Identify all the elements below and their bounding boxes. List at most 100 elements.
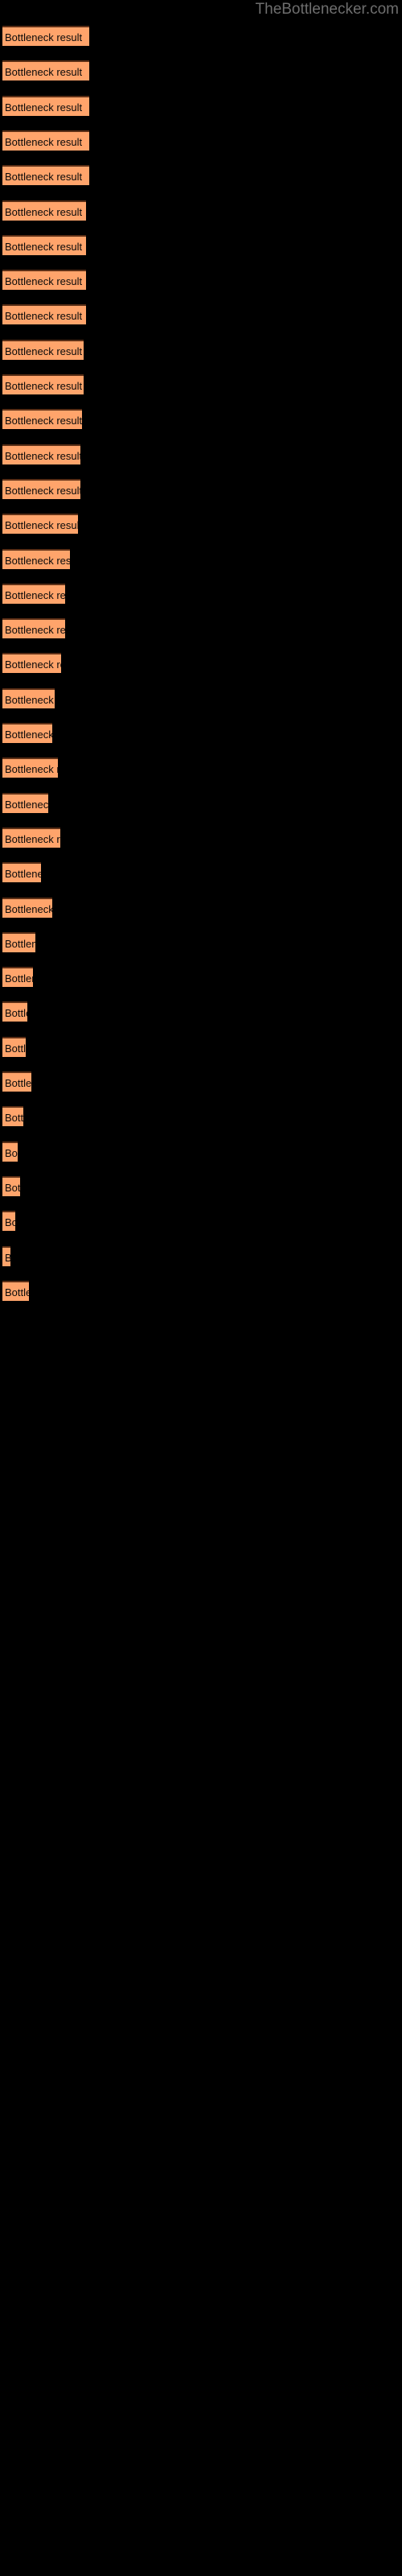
bar[interactable]: Bottleneck result: [2, 967, 33, 988]
bar-label: Bottleneck result: [5, 1146, 18, 1159]
bar-row: Bottleneck result: [0, 478, 402, 499]
bar-row: Bottleneck result: [0, 60, 402, 81]
bar[interactable]: Bottleneck result: [2, 1211, 15, 1232]
bar-label: Bottleneck result: [5, 1007, 27, 1020]
bar-row: Bottleneck result: [0, 758, 402, 778]
bar[interactable]: Bottleneck result: [2, 1280, 29, 1301]
bar[interactable]: Bottleneck result: [2, 792, 48, 813]
bar-label: Bottleneck result: [5, 972, 33, 985]
bar[interactable]: Bottleneck result: [2, 165, 89, 186]
bar-label: Bottleneck result: [5, 345, 83, 357]
bar-label: Bottleneck result: [5, 588, 65, 601]
bar-label: Bottleneck result: [5, 1251, 10, 1265]
bar-label: Bottleneck result: [5, 1042, 26, 1055]
bar-row: Bottleneck result: [0, 653, 402, 674]
bar-row: Bottleneck result: [0, 897, 402, 918]
bar-row: Bottleneck result: [0, 1141, 402, 1162]
bar-row: Bottleneck result: [0, 200, 402, 221]
bar-row: Bottleneck result: [0, 827, 402, 848]
bar[interactable]: Bottleneck result: [2, 687, 55, 708]
bar-row: Bottleneck result: [0, 514, 402, 535]
bar[interactable]: Bottleneck result: [2, 95, 89, 116]
bar-row: Bottleneck result: [0, 1071, 402, 1092]
bar-row: Bottleneck result: [0, 1036, 402, 1057]
bar[interactable]: Bottleneck result: [2, 827, 60, 848]
bar-label: Bottleneck result: [5, 101, 83, 114]
bar-label: Bottleneck result: [5, 310, 83, 323]
bar-label: Bottleneck result: [5, 1181, 20, 1194]
bar-label: Bottleneck result: [5, 832, 60, 845]
bar[interactable]: Bottleneck result: [2, 1141, 18, 1162]
bar[interactable]: Bottleneck result: [2, 339, 84, 360]
bar-label: Bottleneck result: [5, 66, 83, 79]
bar-label: Bottleneck result: [5, 693, 55, 706]
bar-label: Bottleneck result: [5, 380, 83, 392]
bar-row: Bottleneck result: [0, 548, 402, 569]
bar-chart-bars-layer: Bottleneck result Bottleneck result Bottle…: [0, 0, 402, 2576]
bar[interactable]: Bottleneck result: [2, 653, 61, 674]
bar-label: Bottleneck result: [5, 763, 58, 776]
bar-label: Bottleneck result: [5, 240, 83, 253]
bar-row: Bottleneck result: [0, 1106, 402, 1127]
bar-label: Bottleneck result: [5, 205, 83, 218]
bar-row: Bottleneck result: [0, 444, 402, 464]
bar[interactable]: Bottleneck result: [2, 1001, 27, 1022]
bar[interactable]: Bottleneck result: [2, 409, 82, 430]
bar-label: Bottleneck result: [5, 1112, 23, 1125]
bar[interactable]: Bottleneck result: [2, 270, 86, 291]
bar[interactable]: Bottleneck result: [2, 1175, 20, 1196]
bar-row: Bottleneck result: [0, 234, 402, 255]
bar-label: Bottleneck result: [5, 415, 82, 427]
bar-label: Bottleneck result: [5, 624, 65, 637]
bar-label: Bottleneck result: [5, 658, 61, 671]
bar-label: Bottleneck result: [5, 1286, 29, 1298]
bar-row: Bottleneck result: [0, 26, 402, 46]
bar-label: Bottleneck result: [5, 449, 80, 462]
bar-row: Bottleneck result: [0, 1245, 402, 1266]
bar-label: Bottleneck result: [5, 902, 52, 915]
bar-row: Bottleneck result: [0, 862, 402, 883]
bar-label: Bottleneck result: [5, 519, 78, 532]
bar-row: Bottleneck result: [0, 1280, 402, 1301]
bottleneck-chart-root: TheBottlenecker.com Bottleneck result Bot…: [0, 0, 402, 2576]
bar[interactable]: Bottleneck result: [2, 897, 52, 918]
bar-row: Bottleneck result: [0, 270, 402, 291]
bar[interactable]: Bottleneck result: [2, 444, 80, 464]
bar[interactable]: Bottleneck result: [2, 618, 65, 639]
bar[interactable]: Bottleneck result: [2, 758, 58, 778]
bar[interactable]: Bottleneck result: [2, 931, 35, 952]
bar-row: Bottleneck result: [0, 1211, 402, 1232]
bar-label: Bottleneck result: [5, 937, 35, 950]
bar-row: Bottleneck result: [0, 339, 402, 360]
bar[interactable]: Bottleneck result: [2, 862, 41, 883]
bar[interactable]: Bottleneck result: [2, 130, 89, 151]
bar[interactable]: Bottleneck result: [2, 514, 78, 535]
bar-row: Bottleneck result: [0, 130, 402, 151]
bar[interactable]: Bottleneck result: [2, 60, 89, 81]
bar[interactable]: Bottleneck result: [2, 374, 84, 394]
bar[interactable]: Bottleneck result: [2, 1106, 23, 1127]
bar[interactable]: Bottleneck result: [2, 200, 86, 221]
bar[interactable]: Bottleneck result: [2, 1036, 26, 1057]
bar-label: Bottleneck result: [5, 484, 80, 497]
bar[interactable]: Bottleneck result: [2, 723, 52, 743]
bar[interactable]: Bottleneck result: [2, 548, 70, 569]
bar[interactable]: Bottleneck result: [2, 234, 86, 255]
bar[interactable]: Bottleneck result: [2, 478, 80, 499]
bar[interactable]: Bottleneck result: [2, 304, 86, 325]
bar-row: Bottleneck result: [0, 1175, 402, 1196]
bar-row: Bottleneck result: [0, 931, 402, 952]
bar-row: Bottleneck result: [0, 409, 402, 430]
bar-label: Bottleneck result: [5, 171, 83, 184]
bar-label: Bottleneck result: [5, 1077, 31, 1089]
bar[interactable]: Bottleneck result: [2, 1245, 10, 1266]
bar-row: Bottleneck result: [0, 374, 402, 394]
bar-label: Bottleneck result: [5, 554, 70, 567]
bar-label: Bottleneck result: [5, 31, 83, 43]
bar-row: Bottleneck result: [0, 95, 402, 116]
bar[interactable]: Bottleneck result: [2, 26, 89, 46]
bar[interactable]: Bottleneck result: [2, 1071, 31, 1092]
bar[interactable]: Bottleneck result: [2, 583, 65, 604]
bar-row: Bottleneck result: [0, 304, 402, 325]
bar-row: Bottleneck result: [0, 792, 402, 813]
